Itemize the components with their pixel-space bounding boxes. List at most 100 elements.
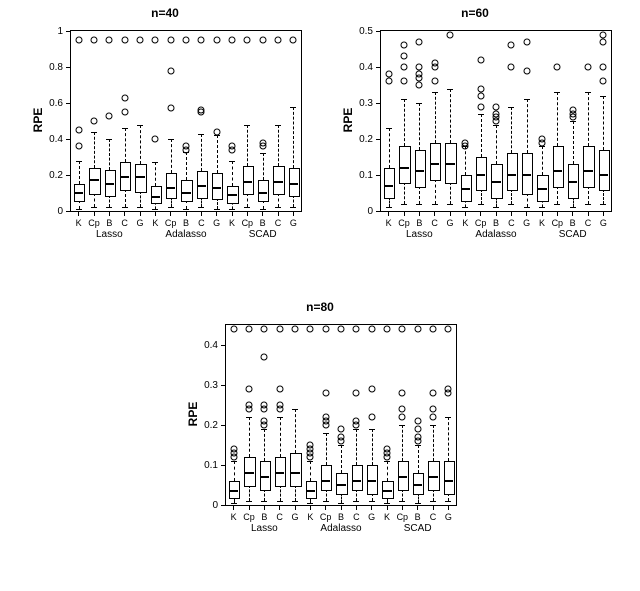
- outlier-point: [246, 326, 253, 333]
- outlier-point: [477, 56, 484, 63]
- outlier-point: [75, 37, 82, 44]
- outlier-point: [416, 64, 423, 71]
- x-tick: C: [425, 505, 441, 522]
- x-tick-label: G: [291, 512, 298, 522]
- outlier-point: [230, 446, 237, 453]
- y-tick-label: 0.3: [204, 380, 218, 391]
- x-tick-label: K: [462, 218, 468, 228]
- x-tick: Cp: [86, 211, 102, 228]
- x-tick-label: G: [445, 512, 452, 522]
- x-tick: C: [272, 505, 288, 522]
- outlier-point: [430, 390, 437, 397]
- boxplot-box: [290, 453, 302, 487]
- x-tick-label: G: [136, 218, 143, 228]
- outlier-point: [106, 112, 113, 119]
- y-tick-label: 0.3: [359, 98, 373, 109]
- x-tick: B: [411, 211, 427, 228]
- outlier-point: [275, 37, 282, 44]
- outlier-point: [414, 326, 421, 333]
- group-label: Adalasso: [165, 229, 206, 240]
- y-tick: 0.4: [359, 61, 381, 73]
- x-tick: G: [287, 505, 303, 522]
- x-tick: K: [226, 505, 242, 522]
- y-tick-label: 0.4: [359, 62, 373, 73]
- x-tick: B: [333, 505, 349, 522]
- outlier-point: [493, 103, 500, 110]
- y-axis-label: RPE: [341, 108, 355, 133]
- outlier-point: [445, 386, 452, 393]
- x-tick-label: B: [570, 218, 576, 228]
- outlier-point: [152, 136, 159, 143]
- x-tick: K: [147, 211, 163, 228]
- x-tick: K: [302, 505, 318, 522]
- x-tick-label: C: [431, 218, 438, 228]
- y-tick-label: 0.1: [359, 170, 373, 181]
- x-tick: Cp: [394, 505, 410, 522]
- x-tick-label: C: [585, 218, 592, 228]
- y-tick: 0.1: [359, 169, 381, 181]
- x-tick: Cp: [473, 211, 489, 228]
- outlier-point: [353, 326, 360, 333]
- outlier-point: [431, 78, 438, 85]
- outlier-point: [539, 136, 546, 143]
- x-tick: C: [503, 211, 519, 228]
- y-tick-label: 0: [367, 206, 373, 217]
- outlier-point: [91, 118, 98, 125]
- outlier-point: [290, 37, 297, 44]
- y-tick-label: 0.8: [49, 62, 63, 73]
- outlier-point: [401, 78, 408, 85]
- x-tick: B: [178, 211, 194, 228]
- outlier-point: [368, 326, 375, 333]
- figure: { "chart_data": [ { "type": "boxplot", "…: [0, 0, 640, 591]
- x-tick: C: [580, 211, 596, 228]
- x-tick: B: [256, 505, 272, 522]
- y-tick: 0.5: [359, 25, 381, 37]
- boxplot-box: [583, 146, 595, 188]
- chart-panel: n=40RPE00.20.40.60.81KCpBCGKCpBCGKCpBCGL…: [20, 6, 310, 266]
- outlier-point: [353, 418, 360, 425]
- outlier-point: [276, 326, 283, 333]
- y-tick: 0.2: [49, 169, 71, 181]
- x-tick: C: [193, 211, 209, 228]
- outlier-point: [508, 42, 515, 49]
- y-tick: 0.3: [204, 379, 226, 391]
- y-tick: 0.4: [204, 339, 226, 351]
- outlier-point: [600, 38, 607, 45]
- outlier-point: [244, 37, 251, 44]
- x-tick-label: C: [353, 512, 360, 522]
- outlier-point: [75, 127, 82, 134]
- group-label: SCAD: [559, 229, 587, 240]
- outlier-point: [600, 31, 607, 38]
- x-tick: G: [132, 211, 148, 228]
- chart-panel: n=80RPE00.10.20.30.4KCpBCGKCpBCGKCpBCGLa…: [175, 300, 465, 560]
- outlier-point: [430, 414, 437, 421]
- x-tick-label: B: [261, 512, 267, 522]
- x-tick-label: Cp: [475, 218, 487, 228]
- x-tick: Cp: [549, 211, 565, 228]
- x-tick: Cp: [396, 211, 412, 228]
- outlier-point: [121, 109, 128, 116]
- outlier-point: [261, 402, 268, 409]
- outlier-point: [384, 446, 391, 453]
- x-tick: K: [224, 211, 240, 228]
- outlier-point: [246, 402, 253, 409]
- outlier-point: [477, 85, 484, 92]
- y-tick: 0.1: [204, 459, 226, 471]
- y-tick: 0.8: [49, 61, 71, 73]
- outlier-point: [322, 390, 329, 397]
- x-tick: G: [519, 211, 535, 228]
- y-tick-label: 1: [57, 26, 63, 37]
- x-tick-label: C: [430, 512, 437, 522]
- x-tick-label: K: [229, 218, 235, 228]
- outlier-point: [183, 143, 190, 150]
- x-tick: C: [427, 211, 443, 228]
- x-tick-label: G: [446, 218, 453, 228]
- outlier-point: [569, 107, 576, 114]
- x-tick-label: B: [106, 218, 112, 228]
- x-tick: C: [348, 505, 364, 522]
- x-tick: G: [285, 211, 301, 228]
- x-tick: B: [488, 211, 504, 228]
- x-tick-label: Cp: [243, 512, 255, 522]
- x-tick: G: [595, 211, 611, 228]
- outlier-point: [477, 103, 484, 110]
